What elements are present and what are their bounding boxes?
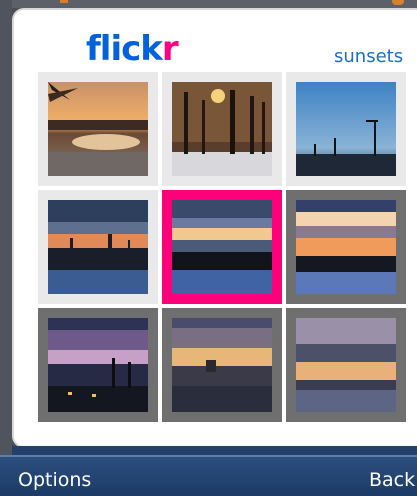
- sunset-pond-image: [48, 82, 148, 176]
- sun-trees-image: [172, 82, 272, 176]
- logo-text-pink: r: [161, 29, 179, 69]
- softkey-bar: Options Back: [0, 455, 417, 496]
- logo-text-blue: flick: [86, 29, 163, 69]
- city-skyline-image: [48, 200, 148, 294]
- dusk-lamps-image: [296, 82, 396, 176]
- photo-cell-5-selected[interactable]: [162, 190, 282, 304]
- photo-cell-3[interactable]: [286, 72, 406, 186]
- tag-title: sunsets: [334, 46, 404, 67]
- photo-thumbnail: [48, 318, 148, 412]
- photo-thumbnail: [172, 82, 272, 176]
- card-bottom-edge: [12, 446, 417, 455]
- photo-thumbnail: [172, 200, 272, 294]
- photo-thumbnail: [48, 200, 148, 294]
- status-indicator: [60, 0, 68, 3]
- photo-thumbnail: [48, 82, 148, 176]
- photo-grid: [38, 72, 408, 424]
- photo-cell-9[interactable]: [286, 308, 406, 422]
- purple-harbor-image: [48, 318, 148, 412]
- photo-cell-8[interactable]: [162, 308, 282, 422]
- flickr-logo: flickr: [86, 29, 179, 69]
- options-softkey[interactable]: Options: [18, 469, 91, 491]
- photo-cell-7[interactable]: [38, 308, 158, 422]
- dusk-clouds-image: [296, 318, 396, 412]
- sunset-band-image: [172, 200, 272, 294]
- orange-horizon-image: [296, 200, 396, 294]
- status-indicator-right: [392, 0, 404, 5]
- photo-thumbnail: [296, 318, 396, 412]
- window-frame-left: [0, 0, 12, 455]
- photo-thumbnail: [172, 318, 272, 412]
- photo-cell-2[interactable]: [162, 72, 282, 186]
- photo-thumbnail: [296, 82, 396, 176]
- photo-cell-6[interactable]: [286, 190, 406, 304]
- photo-thumbnail: [296, 200, 396, 294]
- back-softkey[interactable]: Back: [369, 469, 415, 491]
- photo-cell-4[interactable]: [38, 190, 158, 304]
- golden-clouds-image: [172, 318, 272, 412]
- photo-cell-1[interactable]: [38, 72, 158, 186]
